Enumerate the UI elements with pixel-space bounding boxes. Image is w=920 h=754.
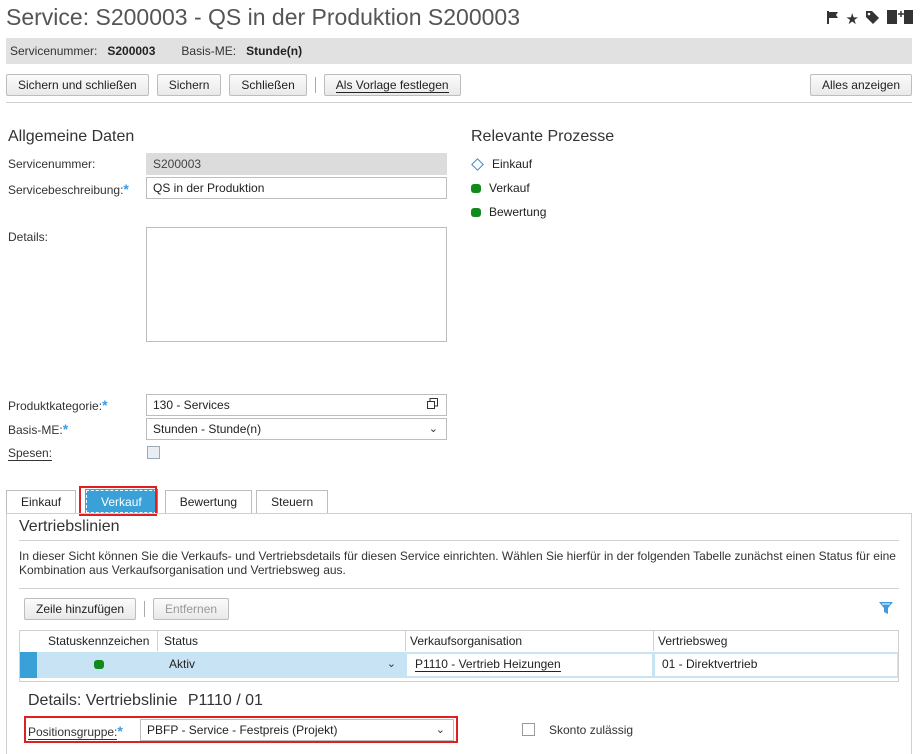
spesen-checkbox[interactable] xyxy=(147,446,160,459)
vertriebslinien-title: Vertriebslinien xyxy=(19,518,120,535)
status-select[interactable]: Aktiv ⌄ xyxy=(159,654,404,676)
details-id: P1110 / 01 xyxy=(187,692,263,709)
verkaufsorg-link[interactable]: P1110 - Vertrieb Heizungen xyxy=(415,657,561,672)
process-verkauf: Verkauf xyxy=(471,181,530,195)
show-all-button[interactable]: Alles anzeigen xyxy=(809,74,912,96)
chevron-down-icon: ⌄ xyxy=(386,658,396,670)
infobar-servicenummer-label: Servicenummer: xyxy=(10,44,98,58)
toolbar: Sichern und schließen Sichern Schließen … xyxy=(6,74,461,96)
details-title-wrap: Details: Vertriebslinie P1110 / 01 xyxy=(28,692,263,710)
servicenummer-field: S200003 xyxy=(146,153,447,175)
highlight-box-verkauf-tab xyxy=(79,486,157,516)
set-template-button[interactable]: Als Vorlage festlegen xyxy=(323,74,461,96)
required-icon: * xyxy=(62,421,69,437)
infobar-basis-me-value: Stunde(n) xyxy=(246,44,303,58)
filter-icon[interactable] xyxy=(878,601,894,618)
table-toolbar-separator xyxy=(144,601,145,617)
details-title: Details: Vertriebslinie xyxy=(28,692,178,709)
save-close-button[interactable]: Sichern und schließen xyxy=(6,74,149,96)
tab-einkauf[interactable]: Einkauf xyxy=(6,490,77,513)
diamond-icon xyxy=(471,157,484,171)
produktkategorie-label: Produktkategorie: xyxy=(8,399,103,413)
save-button[interactable]: Sichern xyxy=(156,74,222,96)
beschreibung-input[interactable]: QS in der Produktion xyxy=(146,177,447,199)
remove-button[interactable]: Entfernen xyxy=(153,598,230,620)
servicenummer-label: Servicenummer: xyxy=(8,157,96,171)
vertriebsweg-cell: 01 - Direktvertrieb xyxy=(655,654,897,676)
processes-section-title: Relevante Prozesse xyxy=(471,128,615,145)
skonto-label: Skonto zulässig xyxy=(549,723,634,737)
flag-icon[interactable] xyxy=(826,10,840,30)
toolbar-divider xyxy=(6,102,912,103)
col-header-verkaufsorganisation[interactable]: Verkaufsorganisation xyxy=(410,634,522,648)
status-value: Aktiv xyxy=(169,657,196,671)
process-verkauf-label: Verkauf xyxy=(489,181,530,195)
highlight-box-positionsgruppe xyxy=(24,716,458,743)
process-einkauf: Einkauf xyxy=(471,157,532,171)
beschreibung-label-wrap: Servicebeschreibung:* xyxy=(8,181,129,197)
details-label: Details: xyxy=(8,230,49,244)
vertriebslinien-info: In dieser Sicht können Sie die Verkaufs-… xyxy=(19,549,896,577)
tab-bar: Einkauf Verkauf Bewertung Steuern xyxy=(6,489,329,514)
spesen-label: Spesen: xyxy=(8,446,53,461)
col-divider xyxy=(653,631,654,651)
col-divider xyxy=(157,631,158,651)
infobar-basis-me-label: Basis-ME: xyxy=(181,44,237,58)
toolbar-separator xyxy=(314,77,316,93)
green-status-icon xyxy=(471,183,481,193)
tab-steuern[interactable]: Steuern xyxy=(256,490,329,513)
chevron-down-icon: ⌄ xyxy=(428,423,438,435)
process-bewertung: Bewertung xyxy=(471,205,546,219)
col-header-statuskennzeichen[interactable]: Statuskennzeichen xyxy=(48,634,149,648)
star-icon[interactable]: ★ xyxy=(846,11,859,29)
infobar-servicenummer-value: S200003 xyxy=(107,44,156,58)
details-textarea[interactable] xyxy=(146,227,447,342)
basis-me-label-wrap: Basis-ME:* xyxy=(8,421,68,437)
col-header-vertriebsweg[interactable]: Vertriebsweg xyxy=(658,634,727,648)
info-bar: Servicenummer: S200003 Basis-ME: Stunde(… xyxy=(6,38,912,64)
page-title: Service: S200003 - QS in der Produktion … xyxy=(6,4,520,30)
produktkategorie-input[interactable]: 130 - Services xyxy=(146,394,447,416)
status-indicator-icon xyxy=(94,660,104,669)
info-divider xyxy=(19,588,899,589)
basis-me-label: Basis-ME: xyxy=(8,423,63,437)
verkaufsorg-cell: P1110 - Vertrieb Heizungen xyxy=(407,654,652,676)
col-divider xyxy=(405,631,406,651)
row-selector[interactable] xyxy=(20,652,37,678)
col-header-status[interactable]: Status xyxy=(164,634,198,648)
produktkategorie-label-wrap: Produktkategorie:* xyxy=(8,397,108,413)
section-divider xyxy=(19,540,899,541)
add-row-button[interactable]: Zeile hinzufügen xyxy=(24,598,137,620)
set-template-label: Als Vorlage festlegen xyxy=(335,78,449,93)
value-help-icon[interactable] xyxy=(427,398,438,412)
required-icon: * xyxy=(102,397,108,413)
skonto-checkbox[interactable] xyxy=(522,723,535,736)
add-page-icon[interactable] xyxy=(886,8,914,31)
close-button[interactable]: Schließen xyxy=(229,74,307,96)
header-actions: ★ xyxy=(826,8,914,31)
process-einkauf-label: Einkauf xyxy=(492,157,533,171)
tag-icon[interactable] xyxy=(865,10,880,30)
basis-me-select[interactable]: Stunden - Stunde(n) ⌄ xyxy=(146,418,447,440)
basis-me-value: Stunden - Stunde(n) xyxy=(153,422,262,436)
tab-bewertung[interactable]: Bewertung xyxy=(164,490,253,513)
required-icon: * xyxy=(123,181,129,197)
process-bewertung-label: Bewertung xyxy=(489,205,547,219)
general-section-title: Allgemeine Daten xyxy=(8,128,135,145)
produktkategorie-value: 130 - Services xyxy=(153,398,230,412)
beschreibung-label: Servicebeschreibung: xyxy=(8,183,124,197)
green-status-icon xyxy=(471,207,481,217)
